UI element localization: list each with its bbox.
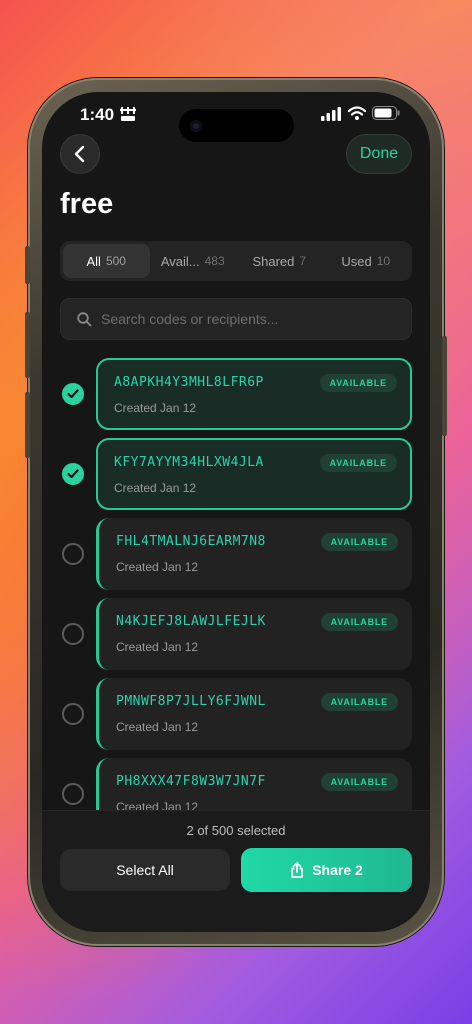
code-card[interactable]: PMNWF8P7JLLY6FJWNL Created Jan 12 AVAILA… [96,678,412,750]
selection-checkbox[interactable] [62,783,84,805]
created-date: Created Jan 12 [116,560,199,574]
tab-label: Avail... [160,253,200,269]
tab-label: All [86,253,101,269]
list-item: PMNWF8P7JLLY6FJWNL Created Jan 12 AVAILA… [42,678,430,750]
cellular-signal-icon [321,107,341,121]
power-button [442,336,447,436]
invite-code: A8APKH4Y3MHL8LFR6P [114,375,264,390]
tab-label: Used [341,253,372,269]
invite-code: N4KJEFJ8LAWJLFEJLK [116,614,266,629]
filter-segmented-control: All 500 Avail... 483 Shared 7 Used 10 [60,241,412,281]
chevron-left-icon [74,145,85,163]
invite-code: PMNWF8P7JLLY6FJWNL [116,694,266,709]
share-icon [291,862,304,878]
tab-all[interactable]: All 500 [63,244,150,278]
status-badge: AVAILABLE [319,374,397,392]
status-badge: AVAILABLE [320,693,398,711]
status-badge: AVAILABLE [320,613,398,631]
battery-icon [372,106,400,120]
volume-down-button [25,392,30,458]
code-card[interactable]: A8APKH4Y3MHL8LFR6P Created Jan 12 AVAILA… [96,358,412,430]
satellite-icon [120,107,136,121]
status-time: 1:40 [80,105,115,124]
wifi-icon [348,106,366,120]
share-button[interactable]: Share 2 [241,848,412,892]
tab-available[interactable]: Avail... 483 [150,244,237,278]
camera-icon [190,120,202,132]
selection-checkbox[interactable] [62,463,84,485]
created-date: Created Jan 12 [114,401,197,415]
list-item: N4KJEFJ8LAWJLFEJLK Created Jan 12 AVAILA… [42,598,430,670]
tab-count: 7 [299,254,307,268]
invite-code: KFY7AYYM34HLXW4JLA [114,455,264,470]
tab-shared[interactable]: Shared 7 [236,244,323,278]
checkmark-icon [67,469,79,479]
tab-count: 10 [376,254,391,268]
created-date: Created Jan 12 [116,640,199,654]
page-title: free [60,188,114,220]
list-item: FHL4TMALNJ6EARM7N8 Created Jan 12 AVAILA… [42,518,430,590]
share-label: Share 2 [312,862,363,878]
selection-checkbox[interactable] [62,703,84,725]
search-bar [60,298,412,340]
selection-checkbox[interactable] [62,383,84,405]
app-screen: 1:40 Done free All 500 Avail... 483 Shar… [42,92,430,932]
created-date: Created Jan 12 [116,800,199,810]
selection-footer: 2 of 500 selected Select All Share 2 [42,810,430,932]
search-input[interactable] [101,299,401,339]
code-card[interactable]: FHL4TMALNJ6EARM7N8 Created Jan 12 AVAILA… [96,518,412,590]
list-item: PH8XXX47F8W3W7JN7F Created Jan 12 AVAILA… [42,758,430,810]
status-bar: 1:40 [42,92,430,142]
status-badge: AVAILABLE [320,773,398,791]
invite-code: PH8XXX47F8W3W7JN7F [116,774,266,789]
volume-up-button [25,312,30,378]
code-card[interactable]: KFY7AYYM34HLXW4JLA Created Jan 12 AVAILA… [96,438,412,510]
created-date: Created Jan 12 [114,481,197,495]
back-button[interactable] [60,134,100,174]
done-button[interactable]: Done [346,134,412,174]
checkmark-icon [67,389,79,399]
status-badge: AVAILABLE [319,454,397,472]
list-item: KFY7AYYM34HLXW4JLA Created Jan 12 AVAILA… [42,438,430,510]
tab-label: Shared [252,253,295,269]
search-icon [77,312,92,327]
list-item: A8APKH4Y3MHL8LFR6P Created Jan 12 AVAILA… [42,358,430,430]
selection-count: 2 of 500 selected [186,823,286,838]
status-badge: AVAILABLE [320,533,398,551]
code-card[interactable]: PH8XXX47F8W3W7JN7F Created Jan 12 AVAILA… [96,758,412,810]
action-button [25,246,30,284]
selection-checkbox[interactable] [62,543,84,565]
selection-checkbox[interactable] [62,623,84,645]
tab-count: 500 [105,254,126,268]
created-date: Created Jan 12 [116,720,199,734]
tab-count: 483 [204,254,225,268]
tab-used[interactable]: Used 10 [323,244,410,278]
code-list[interactable]: A8APKH4Y3MHL8LFR6P Created Jan 12 AVAILA… [42,356,430,810]
code-card[interactable]: N4KJEFJ8LAWJLFEJLK Created Jan 12 AVAILA… [96,598,412,670]
select-all-button[interactable]: Select All [60,849,230,891]
invite-code: FHL4TMALNJ6EARM7N8 [116,534,266,549]
